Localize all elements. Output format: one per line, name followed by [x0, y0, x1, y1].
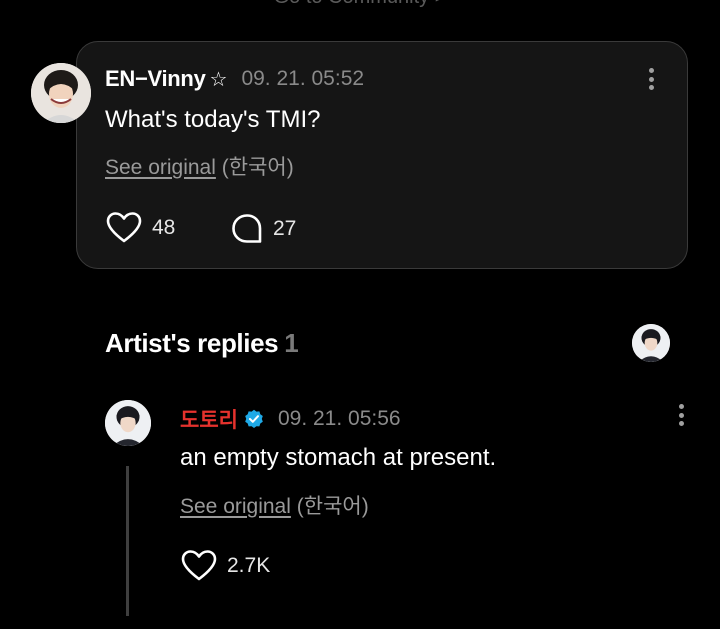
reply-translate-line: See original (한국어): [180, 490, 369, 520]
reply-author-avatar[interactable]: [105, 400, 151, 446]
artist-replies-title: Artist's replies 1: [105, 328, 299, 359]
comment-bubble-icon: [232, 214, 262, 243]
heart-icon: [106, 212, 142, 243]
reply-text: an empty stomach at present.: [180, 444, 497, 471]
post-language-label: (한국어): [221, 156, 294, 179]
reply-language-label: (한국어): [296, 495, 369, 518]
reply-more-options-icon[interactable]: [679, 404, 685, 426]
reply-thread-line: [126, 466, 129, 616]
post-like-button[interactable]: 48: [106, 212, 175, 244]
post-comment-count: 27: [273, 217, 297, 240]
artist-replies-label: Artist's replies: [105, 328, 279, 358]
post-see-original-link[interactable]: See original: [105, 156, 216, 179]
post-translate-line: See original (한국어): [105, 151, 294, 181]
reply-author-name[interactable]: 도토리: [180, 404, 238, 434]
post-timestamp: 09. 21. 05:52: [241, 67, 365, 90]
reply-like-button[interactable]: 2.7K: [181, 550, 270, 582]
post-author-avatar[interactable]: [31, 63, 91, 123]
post-like-count: 48: [152, 216, 176, 239]
star-outline-icon: ☆: [209, 68, 228, 91]
reply-timestamp: 09. 21. 05:56: [277, 407, 401, 430]
reply-like-count: 2.7K: [227, 554, 271, 577]
heart-icon: [181, 550, 217, 581]
post-more-options-icon[interactable]: [649, 68, 655, 90]
post-text: What's today's TMI?: [105, 106, 321, 133]
reply-author-line: 도토리 09. 21. 05:56: [180, 404, 401, 434]
artist-avatar-small[interactable]: [632, 324, 670, 362]
post-comment-button[interactable]: 27: [231, 213, 296, 245]
post-author-line: EN−Vinny ☆ 09. 21. 05:52: [105, 66, 364, 92]
verified-badge-icon: [245, 409, 263, 428]
artist-replies-count: 1: [284, 328, 299, 358]
post-author-name[interactable]: EN−Vinny: [105, 66, 206, 92]
community-link[interactable]: Go to Community >: [0, 0, 720, 9]
reply-see-original-link[interactable]: See original: [180, 495, 291, 518]
